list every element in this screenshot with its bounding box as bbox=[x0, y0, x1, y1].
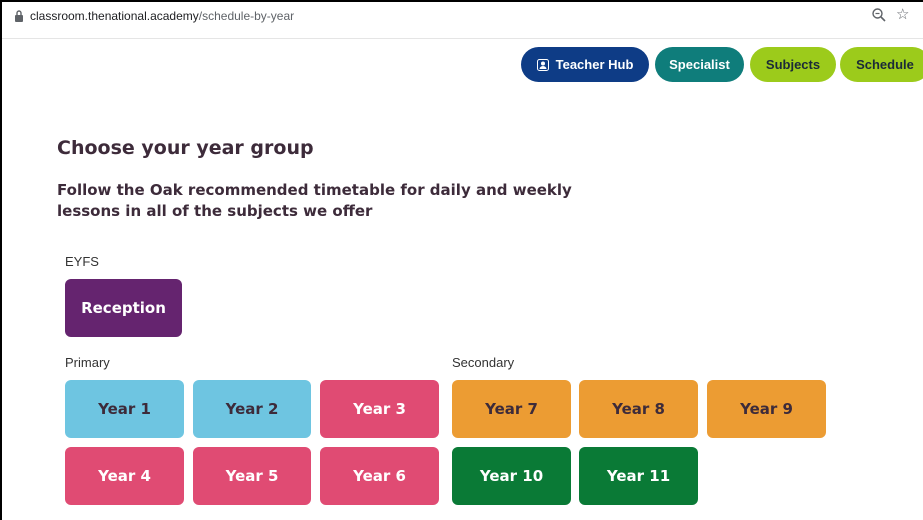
year-tile-3[interactable]: Year 3 bbox=[320, 380, 439, 438]
page-subtitle: Follow the Oak recommended timetable for… bbox=[57, 181, 572, 220]
teacher-hub-label: Teacher Hub bbox=[555, 57, 634, 72]
year-tile-8[interactable]: Year 8 bbox=[579, 380, 698, 438]
group-label-eyfs: EYFS bbox=[65, 254, 99, 269]
page-title: Choose your year group bbox=[57, 137, 314, 159]
zoom-icon[interactable] bbox=[871, 7, 887, 23]
year-tile-9[interactable]: Year 9 bbox=[707, 380, 826, 438]
group-label-primary: Primary bbox=[65, 355, 110, 370]
address-bar[interactable]: classroom.thenational.academy/schedule-b… bbox=[2, 2, 923, 39]
year-tile-1[interactable]: Year 1 bbox=[65, 380, 184, 438]
url-text[interactable]: classroom.thenational.academy/schedule-b… bbox=[30, 9, 294, 23]
year-tile-11[interactable]: Year 11 bbox=[579, 447, 698, 505]
schedule-button[interactable]: Schedule bbox=[840, 47, 923, 82]
top-nav: Teacher Hub Specialist Subjects Schedule bbox=[0, 47, 923, 83]
year-tile-10[interactable]: Year 10 bbox=[452, 447, 571, 505]
bookmark-star-icon[interactable]: ☆ bbox=[896, 5, 909, 23]
subjects-button[interactable]: Subjects bbox=[750, 47, 836, 82]
lock-icon bbox=[15, 10, 23, 22]
year-tile-6[interactable]: Year 6 bbox=[320, 447, 439, 505]
teacher-icon bbox=[536, 58, 549, 71]
specialist-button[interactable]: Specialist bbox=[655, 47, 744, 82]
url-host: classroom.thenational.academy bbox=[30, 9, 199, 23]
year-tile-5[interactable]: Year 5 bbox=[193, 447, 311, 505]
year-tile-reception[interactable]: Reception bbox=[65, 279, 182, 337]
url-path: /schedule-by-year bbox=[198, 9, 295, 23]
year-tile-4[interactable]: Year 4 bbox=[65, 447, 184, 505]
year-tile-7[interactable]: Year 7 bbox=[452, 380, 571, 438]
teacher-hub-button[interactable]: Teacher Hub bbox=[521, 47, 649, 82]
group-label-secondary: Secondary bbox=[452, 355, 515, 370]
year-tile-2[interactable]: Year 2 bbox=[193, 380, 311, 438]
